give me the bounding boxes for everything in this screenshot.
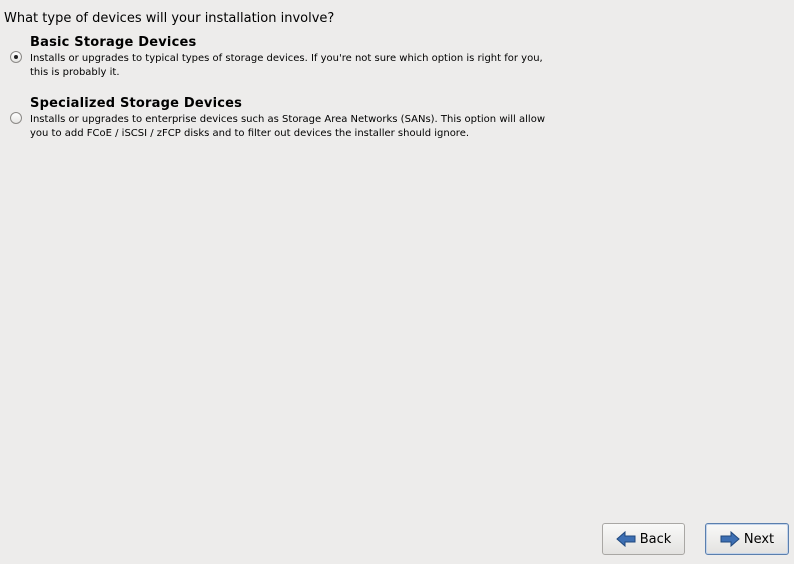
back-button[interactable]: Back <box>602 523 685 555</box>
radio-selected-dot <box>14 55 18 59</box>
basic-storage-title[interactable]: Basic Storage Devices <box>30 35 196 51</box>
next-button-label: Next <box>743 531 775 547</box>
basic-storage-description: Installs or upgrades to typical types of… <box>30 53 543 78</box>
arrow-right-icon <box>720 531 740 547</box>
specialized-storage-radio[interactable] <box>10 112 22 124</box>
back-button-label: Back <box>639 531 672 547</box>
next-button[interactable]: Next <box>705 523 789 555</box>
basic-storage-radio[interactable] <box>10 51 22 63</box>
specialized-storage-title[interactable]: Specialized Storage Devices <box>30 96 242 112</box>
storage-question: What type of devices will your installat… <box>4 11 335 26</box>
specialized-storage-description: Installs or upgrades to enterprise devic… <box>30 114 545 139</box>
arrow-left-icon <box>615 531 636 547</box>
